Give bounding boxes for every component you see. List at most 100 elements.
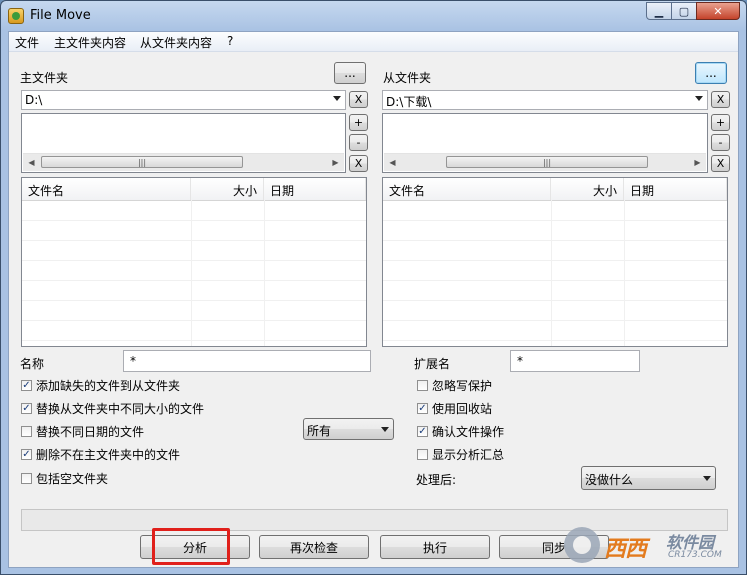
- chevron-down-icon[interactable]: [381, 427, 389, 432]
- title-bar[interactable]: File Move ▁ ▢ ✕: [1, 1, 746, 31]
- slave-add-button[interactable]: +: [711, 114, 730, 131]
- option-replace-size[interactable]: ✓ 替换从文件夹中不同大小的文件: [21, 400, 204, 417]
- table-row: [22, 260, 366, 281]
- option-label: 忽略写保护: [432, 379, 493, 393]
- master-clear-button[interactable]: X: [349, 91, 368, 108]
- slave-delete-button[interactable]: X: [711, 155, 730, 172]
- checkbox-add-missing[interactable]: ✓: [21, 380, 32, 391]
- master-col-size[interactable]: 大小: [191, 178, 264, 200]
- checkbox-ignore-readonly[interactable]: [417, 380, 428, 391]
- option-show-summary[interactable]: 显示分析汇总: [417, 446, 504, 463]
- maximize-icon: ▢: [678, 4, 690, 18]
- arrow-right-icon[interactable]: ▶: [327, 154, 344, 171]
- checkbox-include-empty[interactable]: [21, 473, 32, 484]
- menu-help[interactable]: ?: [227, 34, 233, 48]
- option-label: 替换从文件夹中不同大小的文件: [36, 402, 205, 416]
- option-label: 使用回收站: [432, 402, 493, 416]
- slave-hscrollbar[interactable]: ◀ ||| ▶: [384, 153, 706, 171]
- master-delete-button[interactable]: X: [349, 155, 368, 172]
- app-icon: [8, 8, 24, 24]
- date-filter-value: 所有: [307, 424, 332, 438]
- table-row: [22, 320, 366, 341]
- slave-col-size[interactable]: 大小: [551, 178, 624, 200]
- master-scroll-thumb[interactable]: |||: [41, 156, 243, 168]
- close-button[interactable]: ✕: [696, 2, 740, 20]
- slave-list-header: 文件名 大小 日期: [383, 178, 727, 201]
- watermark-brand: 西西: [604, 537, 647, 562]
- logo-icon: [564, 527, 600, 563]
- table-row: [383, 320, 727, 341]
- chevron-down-icon[interactable]: [695, 96, 703, 101]
- table-row: [22, 240, 366, 261]
- slave-col-filename[interactable]: 文件名: [383, 178, 551, 200]
- option-delete-extra[interactable]: ✓ 删除不在主文件夹中的文件: [21, 446, 180, 463]
- checkbox-use-recycle[interactable]: ✓: [417, 403, 428, 414]
- table-row: [383, 300, 727, 321]
- master-col-filename[interactable]: 文件名: [22, 178, 191, 200]
- caption-buttons: ▁ ▢ ✕: [646, 2, 740, 20]
- menu-slave-content[interactable]: 从文件夹内容: [140, 34, 212, 51]
- master-hscrollbar[interactable]: ◀ ||| ▶: [23, 153, 344, 171]
- master-folder-list[interactable]: ◀ ||| ▶: [21, 113, 346, 173]
- master-add-button[interactable]: +: [349, 114, 368, 131]
- slave-path-combo[interactable]: D:\下载\: [382, 90, 708, 110]
- slave-file-list[interactable]: 文件名 大小 日期: [382, 177, 728, 347]
- after-process-value: 没做什么: [585, 473, 634, 487]
- after-process-select[interactable]: 没做什么: [581, 466, 716, 490]
- arrow-left-icon[interactable]: ◀: [384, 154, 401, 171]
- slave-clear-button[interactable]: X: [711, 91, 730, 108]
- recheck-button[interactable]: 再次检查: [259, 535, 369, 559]
- minimize-icon: ▁: [654, 4, 664, 18]
- checkbox-show-summary[interactable]: [417, 449, 428, 460]
- table-row: [22, 200, 366, 221]
- arrow-left-icon[interactable]: ◀: [23, 154, 40, 171]
- option-ignore-readonly[interactable]: 忽略写保护: [417, 377, 492, 394]
- table-row: [22, 300, 366, 321]
- checkbox-confirm-ops[interactable]: ✓: [417, 426, 428, 437]
- window-title: File Move: [30, 8, 91, 23]
- ext-filter-input[interactable]: *: [510, 350, 640, 372]
- menu-file[interactable]: 文件: [15, 34, 39, 51]
- file-move-window: File Move ▁ ▢ ✕ 文件 主文件夹内容 从文件夹内容 ? 主文件夹 …: [0, 0, 747, 575]
- slave-browse-button[interactable]: ...: [695, 62, 727, 84]
- option-label: 删除不在主文件夹中的文件: [36, 448, 181, 462]
- chevron-down-icon[interactable]: [333, 96, 341, 101]
- option-replace-date[interactable]: 替换不同日期的文件: [21, 423, 144, 440]
- master-file-list[interactable]: 文件名 大小 日期: [21, 177, 367, 347]
- option-label: 替换不同日期的文件: [36, 425, 145, 439]
- arrow-right-icon[interactable]: ▶: [689, 154, 706, 171]
- master-list-header: 文件名 大小 日期: [22, 178, 366, 201]
- name-filter-input[interactable]: *: [123, 350, 371, 372]
- date-filter-select[interactable]: 所有: [303, 418, 394, 440]
- checkbox-replace-size[interactable]: ✓: [21, 403, 32, 414]
- slave-folder-list[interactable]: ◀ ||| ▶: [382, 113, 708, 173]
- watermark-logo: 西西 软件园 CR173.COM: [564, 525, 734, 565]
- watermark-url: CR173.COM: [668, 550, 722, 560]
- slave-scroll-thumb[interactable]: |||: [446, 156, 648, 168]
- menu-bar: 文件 主文件夹内容 从文件夹内容 ?: [9, 32, 738, 52]
- option-use-recycle[interactable]: ✓ 使用回收站: [417, 400, 492, 417]
- menu-master-content[interactable]: 主文件夹内容: [54, 34, 126, 51]
- option-label: 包括空文件夹: [36, 472, 109, 486]
- slave-col-date[interactable]: 日期: [624, 178, 727, 200]
- checkbox-delete-extra[interactable]: ✓: [21, 449, 32, 460]
- table-row: [383, 200, 727, 221]
- option-add-missing[interactable]: ✓ 添加缺失的文件到从文件夹: [21, 377, 180, 394]
- master-path-value: D:\: [25, 93, 43, 107]
- master-browse-button[interactable]: ...: [334, 62, 366, 84]
- option-confirm-ops[interactable]: ✓ 确认文件操作: [417, 423, 504, 440]
- execute-button[interactable]: 执行: [380, 535, 490, 559]
- name-filter-label: 名称: [20, 357, 45, 371]
- master-remove-button[interactable]: -: [349, 134, 368, 151]
- master-col-date[interactable]: 日期: [264, 178, 366, 200]
- table-row: [22, 220, 366, 241]
- minimize-button[interactable]: ▁: [646, 2, 672, 20]
- slave-remove-button[interactable]: -: [711, 134, 730, 151]
- master-path-combo[interactable]: D:\: [21, 90, 346, 110]
- maximize-button[interactable]: ▢: [671, 2, 697, 20]
- ext-filter-label: 扩展名: [414, 357, 451, 371]
- checkbox-replace-date[interactable]: [21, 426, 32, 437]
- chevron-down-icon[interactable]: [703, 476, 711, 481]
- option-include-empty[interactable]: 包括空文件夹: [21, 470, 108, 487]
- highlight-box: [152, 528, 230, 565]
